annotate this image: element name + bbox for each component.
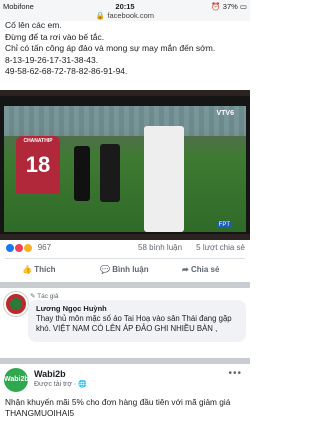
shirt-number: 18	[25, 152, 51, 177]
battery-indicator: ⏰ 37% ▭	[211, 2, 247, 11]
post-line: 49-58-62-68-72-78-82-86-91-94.	[5, 66, 128, 76]
stadium-stand	[4, 106, 246, 136]
broadcaster-logo: VTV6	[216, 110, 234, 117]
alarm-icon: ⏰	[211, 2, 221, 11]
comment-bubble[interactable]: Lương Ngọc Huỳnh Thay thủ môn mặc số áo …	[28, 300, 246, 342]
comment-author[interactable]: Lương Ngọc Huỳnh	[36, 304, 107, 313]
tv-screen: VTV6 CHANATHIP 18 FPT	[0, 96, 250, 234]
lock-icon: 🔒	[95, 11, 106, 20]
battery-icon: ▭	[239, 2, 247, 11]
post-photo[interactable]: VTV6 CHANATHIP 18 FPT	[0, 90, 250, 240]
share-button[interactable]: ➦ Chia sẻ	[182, 265, 219, 274]
player-white	[144, 126, 184, 232]
url-domain: facebook.com	[107, 11, 155, 20]
thumbs-up-icon: 👍	[22, 265, 32, 274]
comment: ✎ Tác giả Lương Ngọc Huỳnh Thay thủ môn …	[0, 288, 250, 358]
more-options-icon[interactable]: •••	[228, 368, 242, 379]
divider	[5, 258, 245, 259]
post-line: Đừng để ta rơi vào bế tắc.	[5, 31, 105, 42]
share-count[interactable]: 5 lượt chia sẻ	[196, 243, 245, 252]
comment-icon: 💬	[100, 265, 110, 274]
reaction-count[interactable]: 967	[5, 243, 51, 253]
referee	[74, 146, 90, 201]
haha-reaction-icon	[23, 243, 34, 253]
like-button[interactable]: 👍 Thích	[22, 265, 56, 274]
share-icon: ➦	[182, 265, 189, 274]
comment-button[interactable]: 💬 Bình luận	[100, 265, 149, 274]
player-red: CHANATHIP 18	[16, 136, 60, 194]
author-badge: ✎ Tác giả	[30, 293, 59, 300]
sponsored-label: Được tài trợ · 🌐	[34, 381, 87, 388]
globe-icon: 🌐	[78, 381, 87, 388]
post-line: Chỉ có tấn công áp đảo và mong sự may mắ…	[5, 43, 216, 53]
post-line: 8-13-19-26-17-31-38-43.	[5, 54, 99, 65]
shirt-name: CHANATHIP	[23, 138, 53, 144]
avatar[interactable]	[4, 292, 28, 316]
comment-text: Thay thủ môn mặc số áo Tai Hoạ vào sân T…	[36, 314, 232, 333]
sponsored-post: Wabi2b Wabi2b Được tài trợ · 🌐 ••• Nhận …	[0, 364, 250, 445]
football-pitch: VTV6 CHANATHIP 18	[4, 106, 246, 232]
comment-count[interactable]: 58 bình luận	[138, 243, 182, 252]
post-text: Cố lên các em. Đừng để ta rơi vào bế tắc…	[5, 20, 245, 78]
referee	[100, 144, 120, 202]
tv-brand-logo: FPT	[216, 222, 232, 228]
reaction-summary: 967 58 bình luận 5 lượt chia sẻ	[0, 240, 250, 256]
pen-icon: ✎	[30, 293, 36, 300]
ad-text: Nhận khuyến mãi 5% cho đơn hàng đầu tiên…	[5, 397, 231, 418]
page-avatar[interactable]: Wabi2b	[4, 368, 29, 392]
page-name[interactable]: Wabi2b	[34, 369, 66, 379]
post-line: Cố lên các em.	[5, 20, 62, 30]
post-actions: 👍 Thích 💬 Bình luận ➦ Chia sẻ	[0, 262, 250, 280]
